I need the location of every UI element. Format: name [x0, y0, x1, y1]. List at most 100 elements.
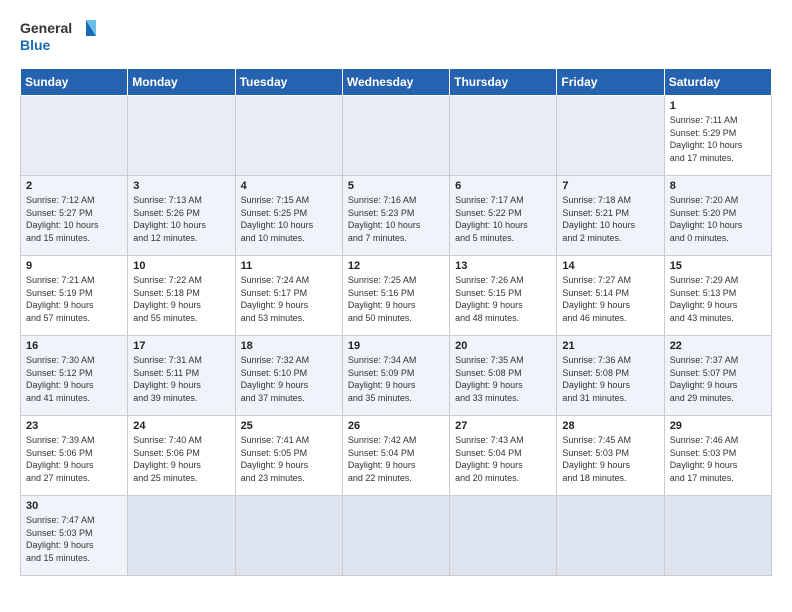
svg-text:Blue: Blue — [20, 37, 51, 53]
column-header-wednesday: Wednesday — [342, 69, 449, 96]
day-cell — [450, 96, 557, 176]
day-info: Sunrise: 7:47 AM Sunset: 5:03 PM Dayligh… — [26, 514, 122, 564]
day-info: Sunrise: 7:29 AM Sunset: 5:13 PM Dayligh… — [670, 274, 766, 324]
day-info: Sunrise: 7:16 AM Sunset: 5:23 PM Dayligh… — [348, 194, 444, 244]
logo-svg: General Blue — [20, 16, 100, 58]
day-cell: 9 Sunrise: 7:21 AM Sunset: 5:19 PM Daylig… — [21, 256, 128, 336]
day-number: 7 — [562, 180, 658, 192]
column-header-thursday: Thursday — [450, 69, 557, 96]
day-number: 11 — [241, 260, 337, 272]
day-cell: 14Sunrise: 7:27 AM Sunset: 5:14 PM Dayli… — [557, 256, 664, 336]
day-number: 23 — [26, 420, 122, 432]
day-info: Sunrise: 7:37 AM Sunset: 5:07 PM Dayligh… — [670, 354, 766, 404]
day-cell: 5 Sunrise: 7:16 AM Sunset: 5:23 PM Daylig… — [342, 176, 449, 256]
day-info: Sunrise: 7:21 AM Sunset: 5:19 PM Dayligh… — [26, 274, 122, 324]
day-cell — [557, 96, 664, 176]
week-row-6: 30 Sunrise: 7:47 AM Sunset: 5:03 PM Dayli… — [21, 496, 772, 576]
day-number: 15 — [670, 260, 766, 272]
day-cell: 12 Sunrise: 7:25 AM Sunset: 5:16 PM Dayli… — [342, 256, 449, 336]
day-cell: 20 Sunrise: 7:35 AM Sunset: 5:08 PM Dayli… — [450, 336, 557, 416]
day-info: Sunrise: 7:46 AM Sunset: 5:03 PM Dayligh… — [670, 434, 766, 484]
day-number: 21 — [562, 340, 658, 352]
day-cell — [342, 96, 449, 176]
day-info: Sunrise: 7:15 AM Sunset: 5:25 PM Dayligh… — [241, 194, 337, 244]
day-number: 18 — [241, 340, 337, 352]
day-number: 25 — [241, 420, 337, 432]
day-number: 8 — [670, 180, 766, 192]
logo: General Blue — [20, 16, 100, 58]
day-cell: 21 Sunrise: 7:36 AM Sunset: 5:08 PM Dayli… — [557, 336, 664, 416]
day-cell: 4 Sunrise: 7:15 AM Sunset: 5:25 PM Daylig… — [235, 176, 342, 256]
week-row-2: 2Sunrise: 7:12 AM Sunset: 5:27 PM Daylig… — [21, 176, 772, 256]
day-info: Sunrise: 7:32 AM Sunset: 5:10 PM Dayligh… — [241, 354, 337, 404]
day-number: 6 — [455, 180, 551, 192]
day-number: 26 — [348, 420, 444, 432]
day-cell: 18 Sunrise: 7:32 AM Sunset: 5:10 PM Dayli… — [235, 336, 342, 416]
day-cell — [128, 496, 235, 576]
day-info: Sunrise: 7:41 AM Sunset: 5:05 PM Dayligh… — [241, 434, 337, 484]
week-row-5: 23 Sunrise: 7:39 AM Sunset: 5:06 PM Dayli… — [21, 416, 772, 496]
day-number: 24 — [133, 420, 229, 432]
day-number: 30 — [26, 500, 122, 512]
day-number: 22 — [670, 340, 766, 352]
day-number: 27 — [455, 420, 551, 432]
day-info: Sunrise: 7:36 AM Sunset: 5:08 PM Dayligh… — [562, 354, 658, 404]
day-info: Sunrise: 7:22 AM Sunset: 5:18 PM Dayligh… — [133, 274, 229, 324]
day-cell: 29 Sunrise: 7:46 AM Sunset: 5:03 PM Dayli… — [664, 416, 771, 496]
day-number: 20 — [455, 340, 551, 352]
day-cell — [235, 96, 342, 176]
day-cell: 23 Sunrise: 7:39 AM Sunset: 5:06 PM Dayli… — [21, 416, 128, 496]
day-cell — [21, 96, 128, 176]
day-info: Sunrise: 7:24 AM Sunset: 5:17 PM Dayligh… — [241, 274, 337, 324]
day-cell: 19Sunrise: 7:34 AM Sunset: 5:09 PM Dayli… — [342, 336, 449, 416]
day-number: 1 — [670, 100, 766, 112]
day-cell: 1 Sunrise: 7:11 AM Sunset: 5:29 PM Daylig… — [664, 96, 771, 176]
day-info: Sunrise: 7:26 AM Sunset: 5:15 PM Dayligh… — [455, 274, 551, 324]
day-number: 5 — [348, 180, 444, 192]
day-cell — [342, 496, 449, 576]
day-number: 29 — [670, 420, 766, 432]
column-header-saturday: Saturday — [664, 69, 771, 96]
day-cell: 27 Sunrise: 7:43 AM Sunset: 5:04 PM Dayli… — [450, 416, 557, 496]
day-info: Sunrise: 7:17 AM Sunset: 5:22 PM Dayligh… — [455, 194, 551, 244]
day-cell: 22 Sunrise: 7:37 AM Sunset: 5:07 PM Dayli… — [664, 336, 771, 416]
day-number: 14 — [562, 260, 658, 272]
calendar-table: SundayMondayTuesdayWednesdayThursdayFrid… — [20, 68, 772, 576]
day-info: Sunrise: 7:39 AM Sunset: 5:06 PM Dayligh… — [26, 434, 122, 484]
column-header-sunday: Sunday — [21, 69, 128, 96]
day-cell — [664, 496, 771, 576]
day-cell: 2Sunrise: 7:12 AM Sunset: 5:27 PM Daylig… — [21, 176, 128, 256]
day-cell: 6 Sunrise: 7:17 AM Sunset: 5:22 PM Daylig… — [450, 176, 557, 256]
column-header-monday: Monday — [128, 69, 235, 96]
day-number: 9 — [26, 260, 122, 272]
day-info: Sunrise: 7:31 AM Sunset: 5:11 PM Dayligh… — [133, 354, 229, 404]
day-cell: 16Sunrise: 7:30 AM Sunset: 5:12 PM Dayli… — [21, 336, 128, 416]
day-cell: 13Sunrise: 7:26 AM Sunset: 5:15 PM Dayli… — [450, 256, 557, 336]
day-info: Sunrise: 7:43 AM Sunset: 5:04 PM Dayligh… — [455, 434, 551, 484]
day-number: 19 — [348, 340, 444, 352]
day-number: 10 — [133, 260, 229, 272]
day-cell: 7 Sunrise: 7:18 AM Sunset: 5:21 PM Daylig… — [557, 176, 664, 256]
day-info: Sunrise: 7:30 AM Sunset: 5:12 PM Dayligh… — [26, 354, 122, 404]
column-header-tuesday: Tuesday — [235, 69, 342, 96]
day-number: 4 — [241, 180, 337, 192]
day-cell: 26Sunrise: 7:42 AM Sunset: 5:04 PM Dayli… — [342, 416, 449, 496]
day-cell: 15 Sunrise: 7:29 AM Sunset: 5:13 PM Dayli… — [664, 256, 771, 336]
day-cell: 11 Sunrise: 7:24 AM Sunset: 5:17 PM Dayli… — [235, 256, 342, 336]
day-info: Sunrise: 7:12 AM Sunset: 5:27 PM Dayligh… — [26, 194, 122, 244]
day-cell: 17Sunrise: 7:31 AM Sunset: 5:11 PM Dayli… — [128, 336, 235, 416]
header-row: SundayMondayTuesdayWednesdayThursdayFrid… — [21, 69, 772, 96]
day-cell: 8Sunrise: 7:20 AM Sunset: 5:20 PM Daylig… — [664, 176, 771, 256]
week-row-1: 1 Sunrise: 7:11 AM Sunset: 5:29 PM Daylig… — [21, 96, 772, 176]
day-cell: 25 Sunrise: 7:41 AM Sunset: 5:05 PM Dayli… — [235, 416, 342, 496]
day-number: 12 — [348, 260, 444, 272]
day-info: Sunrise: 7:18 AM Sunset: 5:21 PM Dayligh… — [562, 194, 658, 244]
day-info: Sunrise: 7:11 AM Sunset: 5:29 PM Dayligh… — [670, 114, 766, 164]
day-info: Sunrise: 7:13 AM Sunset: 5:26 PM Dayligh… — [133, 194, 229, 244]
calendar-page: General Blue SundayMondayTuesdayWednesda… — [0, 0, 792, 596]
day-cell: 24Sunrise: 7:40 AM Sunset: 5:06 PM Dayli… — [128, 416, 235, 496]
day-number: 28 — [562, 420, 658, 432]
day-info: Sunrise: 7:25 AM Sunset: 5:16 PM Dayligh… — [348, 274, 444, 324]
day-info: Sunrise: 7:35 AM Sunset: 5:08 PM Dayligh… — [455, 354, 551, 404]
svg-text:General: General — [20, 20, 72, 36]
